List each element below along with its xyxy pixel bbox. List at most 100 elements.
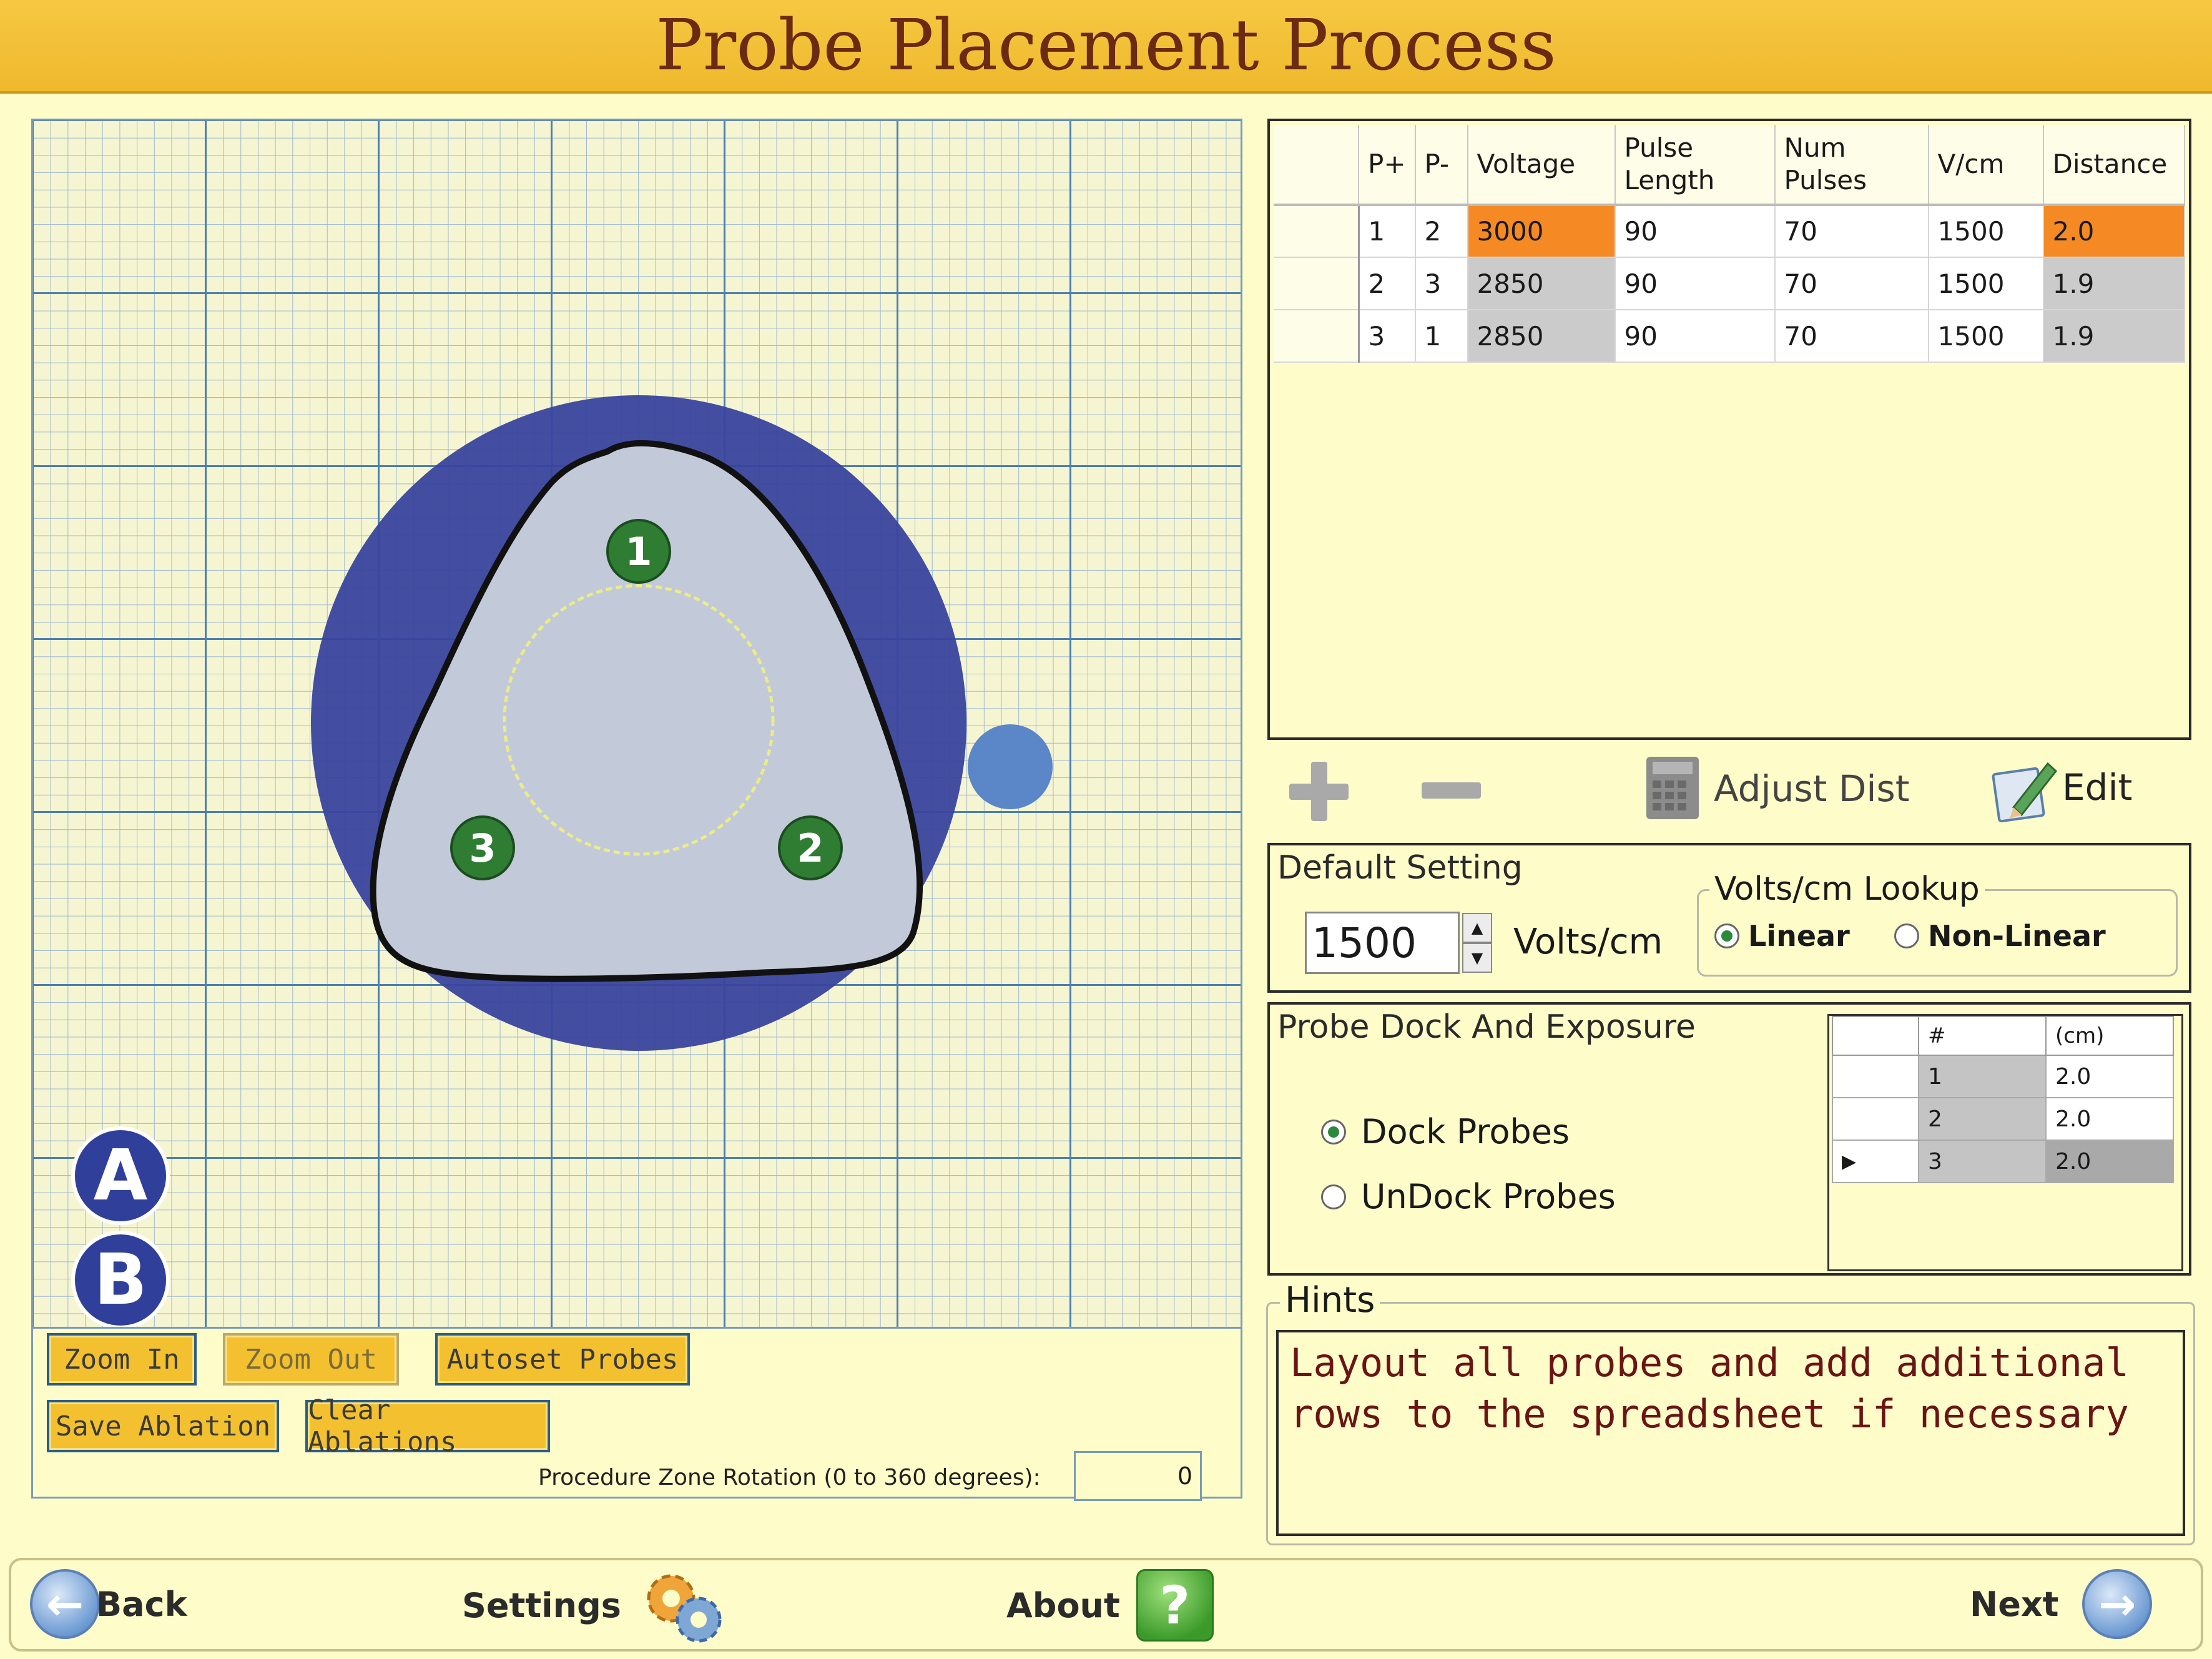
table-corner <box>1274 125 1359 206</box>
probe-2-label: 2 <box>797 825 823 871</box>
dock-row-header-current[interactable]: ▶ <box>1832 1140 1919 1183</box>
settings-label: Settings <box>462 1585 621 1625</box>
linear-radio[interactable]: Linear <box>1714 919 1850 953</box>
pulse-table-panel: P+ P- Voltage Pulse Length Num Pulses V/… <box>1267 119 2191 740</box>
cell-distance[interactable]: 2.0 <box>2043 205 2185 258</box>
cell-p-minus[interactable]: 3 <box>1415 257 1468 310</box>
undock-probes-radio[interactable]: UnDock Probes <box>1321 1177 1616 1216</box>
linear-radio-icon[interactable] <box>1714 923 1739 948</box>
gear-icon <box>647 1574 722 1643</box>
row-header[interactable] <box>1274 310 1360 363</box>
next-label: Next <box>1970 1584 2059 1624</box>
table-row[interactable]: 2 3 2850 90 70 1500 1.9 <box>1274 257 2185 310</box>
table-row[interactable]: 1 2 3000 90 70 1500 2.0 <box>1274 205 2185 258</box>
cell-p-plus[interactable]: 3 <box>1359 310 1416 363</box>
cell-p-minus[interactable]: 2 <box>1415 205 1468 258</box>
dock-row-header[interactable] <box>1832 1097 1919 1141</box>
cell-voltage[interactable]: 2850 <box>1467 257 1616 310</box>
probe-1-label: 1 <box>625 529 652 574</box>
decrement-arrow-icon[interactable]: ▼ <box>1462 943 1492 973</box>
back-button[interactable]: ← Back <box>30 1569 187 1639</box>
cell-distance[interactable]: 1.9 <box>2043 257 2185 310</box>
dock-probes-radio[interactable]: Dock Probes <box>1321 1112 1570 1151</box>
column-header-distance[interactable]: Distance <box>2043 125 2185 206</box>
column-header-p-plus[interactable]: P+ <box>1359 125 1416 206</box>
dock-row-header[interactable] <box>1832 1055 1919 1098</box>
cell-p-plus[interactable]: 2 <box>1359 257 1416 310</box>
probe-1[interactable]: 1 <box>606 519 671 584</box>
cell-voltage[interactable]: 3000 <box>1467 205 1616 258</box>
adjust-dist-button[interactable]: Adjust Dist <box>1645 756 1909 821</box>
placement-grid[interactable]: 1 2 3 A B <box>33 121 1241 1329</box>
rotation-input[interactable]: 0 <box>1074 1451 1202 1501</box>
back-label: Back <box>96 1584 187 1624</box>
cell-p-minus[interactable]: 1 <box>1415 310 1468 363</box>
dock-cell-cm[interactable]: 2.0 <box>2045 1097 2174 1141</box>
cell-num-pulses[interactable]: 70 <box>1774 310 1929 363</box>
dock-cell-cm[interactable]: 2.0 <box>2045 1055 2174 1098</box>
cell-num-pulses[interactable]: 70 <box>1774 257 1929 310</box>
placement-drawing: 1 2 3 A B <box>71 395 1053 1327</box>
cell-v-cm[interactable]: 1500 <box>1928 205 2044 258</box>
column-header-pulse-length[interactable]: Pulse Length <box>1615 125 1776 206</box>
back-arrow-icon: ← <box>30 1569 100 1639</box>
dock-cell-number[interactable]: 3 <box>1918 1140 2047 1183</box>
external-probe[interactable] <box>968 724 1053 809</box>
table-row[interactable]: 2 2.0 <box>1832 1097 2174 1141</box>
cell-pulse-length[interactable]: 90 <box>1615 205 1776 258</box>
increment-arrow-icon[interactable]: ▲ <box>1462 913 1492 943</box>
settings-button[interactable]: Settings <box>462 1566 725 1645</box>
column-header-voltage[interactable]: Voltage <box>1467 125 1616 206</box>
clear-ablations-button[interactable]: Clear Ablations <box>305 1394 550 1458</box>
remove-row-minus-icon[interactable] <box>1418 777 1484 805</box>
add-row-plus-icon[interactable] <box>1286 759 1352 824</box>
column-header-num-pulses[interactable]: Num Pulses <box>1774 125 1929 206</box>
dock-cell-cm[interactable]: 2.0 <box>2045 1140 2174 1183</box>
dock-column-header-number[interactable]: # <box>1918 1016 2047 1056</box>
hints-title: Hints <box>1280 1280 1380 1321</box>
table-row[interactable]: 1 2.0 <box>1832 1055 2174 1098</box>
cell-v-cm[interactable]: 1500 <box>1928 310 2044 363</box>
volts-cm-input[interactable]: 1500 <box>1305 912 1460 974</box>
column-header-p-minus[interactable]: P- <box>1415 125 1468 206</box>
column-header-v-cm[interactable]: V/cm <box>1928 125 2044 206</box>
cell-pulse-length[interactable]: 90 <box>1615 310 1776 363</box>
dock-cell-number[interactable]: 2 <box>1918 1097 2047 1141</box>
title-bar: Probe Placement Process <box>0 0 2212 94</box>
cell-num-pulses[interactable]: 70 <box>1774 205 1929 258</box>
autoset-probes-button[interactable]: Autoset Probes <box>435 1333 690 1386</box>
marker-a[interactable]: A <box>71 1126 170 1225</box>
table-row[interactable]: 3 1 2850 90 70 1500 1.9 <box>1274 310 2185 363</box>
probe-3[interactable]: 3 <box>450 815 515 880</box>
dock-probes-radio-icon[interactable] <box>1321 1119 1346 1145</box>
row-header[interactable] <box>1274 257 1360 310</box>
non-linear-radio-icon[interactable] <box>1894 923 1919 948</box>
calculator-icon <box>1646 757 1699 819</box>
probe-2[interactable]: 2 <box>778 815 843 880</box>
probe-3-label: 3 <box>469 825 496 871</box>
cell-voltage[interactable]: 2850 <box>1467 310 1616 363</box>
save-ablation-button[interactable]: Save Ablation <box>47 1400 279 1452</box>
cell-p-plus[interactable]: 1 <box>1359 205 1416 258</box>
cell-pulse-length[interactable]: 90 <box>1615 257 1776 310</box>
volts-cm-lookup-title: Volts/cm Lookup <box>1709 870 1985 908</box>
about-button[interactable]: About ? <box>1006 1569 1214 1642</box>
probe-dock-title: Probe Dock And Exposure <box>1277 1008 1696 1046</box>
marker-b[interactable]: B <box>71 1231 170 1327</box>
dock-column-header-cm[interactable]: (cm) <box>2045 1016 2174 1056</box>
non-linear-radio[interactable]: Non-Linear <box>1894 919 2106 953</box>
zoom-out-button[interactable]: Zoom Out <box>223 1333 399 1386</box>
about-label: About <box>1006 1585 1120 1625</box>
row-header[interactable] <box>1274 205 1360 258</box>
volts-cm-unit: Volts/cm <box>1513 922 1663 962</box>
linear-label: Linear <box>1748 919 1850 953</box>
cell-distance[interactable]: 1.9 <box>2043 310 2185 363</box>
table-row[interactable]: ▶ 3 2.0 <box>1832 1140 2174 1183</box>
edit-button[interactable]: Edit <box>1988 752 2132 822</box>
undock-probes-radio-icon[interactable] <box>1321 1184 1346 1209</box>
rotation-label: Procedure Zone Rotation (0 to 360 degree… <box>538 1465 1041 1490</box>
dock-cell-number[interactable]: 1 <box>1918 1055 2047 1098</box>
cell-v-cm[interactable]: 1500 <box>1928 257 2044 310</box>
zoom-in-button[interactable]: Zoom In <box>47 1333 197 1386</box>
next-button[interactable]: Next → <box>1970 1569 2153 1639</box>
